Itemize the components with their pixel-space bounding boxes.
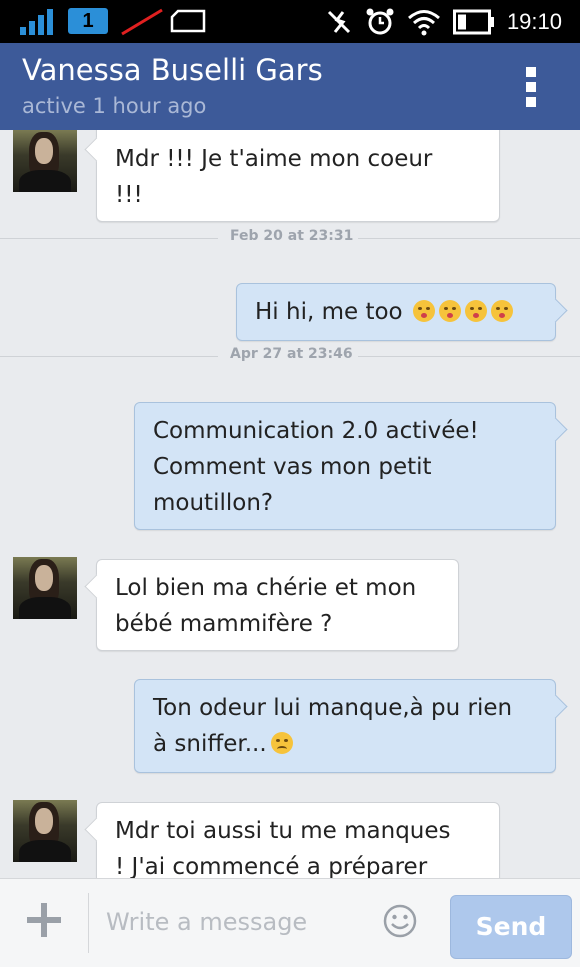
message-text: Hi hi, me too [255, 299, 403, 325]
message-bubble-incoming[interactable]: Mdr toi aussi tu me manques ! J'ai comme… [96, 802, 500, 878]
emoji-picker-icon[interactable] [382, 903, 418, 939]
contact-avatar[interactable] [13, 130, 77, 192]
message-text: à sniffer... [153, 731, 267, 757]
composer-divider [88, 893, 89, 953]
message-text: moutillon? [153, 490, 274, 516]
message-text: Mdr !!! Je t'aime mon coeur [115, 146, 433, 172]
overflow-menu-icon[interactable] [526, 67, 538, 107]
battery-icon [452, 9, 494, 34]
message-thread[interactable]: Mdr !!! Je t'aime mon coeur !!! Feb 20 a… [0, 130, 580, 878]
status-bar-right: 19:10 [325, 0, 562, 43]
contact-avatar[interactable] [13, 800, 77, 862]
message-text: ! J'ai commencé a préparer [115, 854, 428, 878]
kissing-face-emoji-icon [438, 300, 461, 322]
sim-card-empty-icon [170, 9, 206, 33]
disappointed-face-emoji-icon [270, 732, 293, 754]
wifi-icon [407, 9, 440, 35]
message-text: Communication 2.0 activée! [153, 418, 479, 444]
signal-strength-icon [20, 9, 53, 35]
message-text: !!! [115, 182, 143, 208]
message-bubble-outgoing[interactable]: Communication 2.0 activée! Comment vas m… [134, 402, 556, 530]
status-bar: 1 19:10 [0, 0, 580, 43]
conversation-header: Vanessa Buselli Gars active 1 hour ago [0, 43, 580, 130]
presence-status: active 1 hour ago [22, 94, 207, 118]
vibrate-off-icon [327, 10, 350, 33]
contact-avatar[interactable] [13, 557, 77, 619]
timestamp-divider: Apr 27 at 23:46 [0, 346, 580, 366]
kissing-face-emoji-icon [412, 300, 435, 322]
clock: 19:10 [506, 8, 562, 34]
sim-slot-badge: 1 [68, 8, 108, 34]
message-bubble-outgoing[interactable]: Hi hi, me too [236, 283, 556, 341]
message-text: Mdr toi aussi tu me manques [115, 818, 451, 844]
message-text: Lol bien ma chérie et mon [115, 575, 417, 601]
timestamp-label: Apr 27 at 23:46 [230, 346, 353, 362]
message-input[interactable] [106, 904, 366, 940]
kissing-face-emoji-icon [464, 300, 487, 322]
alarm-icon [366, 8, 394, 34]
contact-name[interactable]: Vanessa Buselli Gars [22, 53, 323, 87]
message-text: bébé mammifère ? [115, 611, 333, 637]
add-attachment-icon[interactable] [25, 901, 63, 939]
message-bubble-incoming[interactable]: Lol bien ma chérie et mon bébé mammifère… [96, 559, 459, 651]
no-sim-icon [121, 8, 163, 36]
message-bubble-incoming[interactable]: Mdr !!! Je t'aime mon coeur !!! [96, 130, 500, 222]
message-bubble-outgoing[interactable]: Ton odeur lui manque,à pu rien à sniffer… [134, 679, 556, 773]
send-button[interactable]: Send [450, 895, 572, 959]
message-composer: Send [0, 878, 580, 967]
timestamp-divider: Feb 20 at 23:31 [0, 228, 580, 248]
kissing-face-emoji-icon [490, 300, 513, 322]
message-text: Comment vas mon petit [153, 454, 432, 480]
timestamp-label: Feb 20 at 23:31 [230, 228, 354, 244]
message-text: Ton odeur lui manque,à pu rien [153, 695, 513, 721]
